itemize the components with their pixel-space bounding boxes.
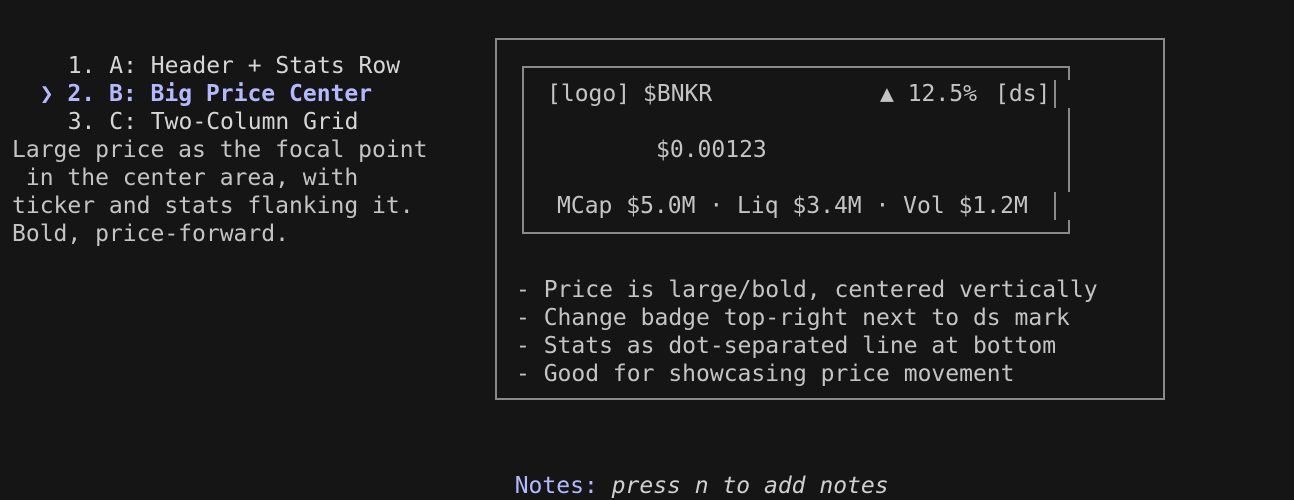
option-b[interactable]: ❯ 2. B: Big Price Center <box>12 52 372 107</box>
mockup-price: $0.00123 <box>656 137 767 163</box>
description-line-4: Bold, price-forward. <box>12 221 289 247</box>
mockup-ds-mark: [ds] <box>995 81 1051 107</box>
mockup-ticker: $BNKR <box>643 81 713 107</box>
option-c-label: C: Two-Column Grid <box>109 109 359 135</box>
option-c[interactable]: 3. C: Two-Column Grid <box>40 80 359 135</box>
mockup-change-badge: ▲ 12.5% <box>880 81 977 107</box>
mockup-frame-edge <box>1054 80 1056 108</box>
option-a[interactable]: 1. A: Header + Stats Row <box>40 24 400 79</box>
bullet-1: - Price is large/bold, centered vertical… <box>516 277 1098 303</box>
mockup-logo: [logo] <box>547 81 631 107</box>
bullet-4: - Good for showcasing price movement <box>516 361 1015 387</box>
description-line-1: Large price as the focal point <box>12 137 428 163</box>
notes-footer[interactable]: Notes: press n to add notes <box>487 444 889 499</box>
notes-label: Notes: <box>514 473 598 499</box>
mockup-frame-edge <box>1068 220 1070 234</box>
mockup-frame-edge <box>1068 66 1070 80</box>
bullet-2: - Change badge top-right next to ds mark <box>516 305 1070 331</box>
mockup-stats: MCap $5.0M · Liq $3.4M · Vol $1.2M <box>557 193 1028 219</box>
bullet-3: - Stats as dot-separated line at bottom <box>516 333 1057 359</box>
notes-hint: press n to add notes <box>611 473 889 499</box>
option-c-number: 3. <box>67 109 96 135</box>
mockup-frame-edge <box>1054 192 1056 220</box>
mockup-frame-edge <box>1068 108 1070 192</box>
description-line-3: ticker and stats flanking it. <box>12 193 414 219</box>
description-line-2: in the center area, with <box>12 165 359 191</box>
